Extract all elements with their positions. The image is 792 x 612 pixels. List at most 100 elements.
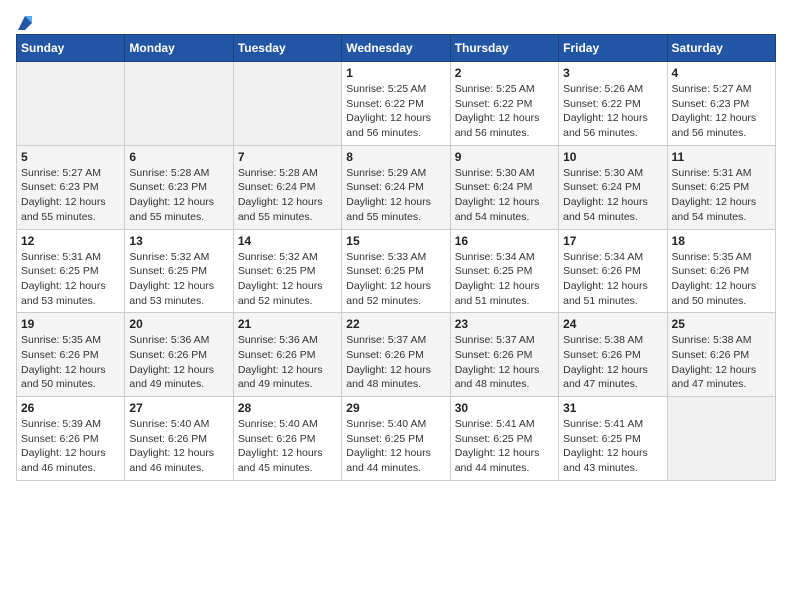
calendar-header-monday: Monday xyxy=(125,35,233,62)
calendar-header-saturday: Saturday xyxy=(667,35,775,62)
calendar-cell: 30 Sunrise: 5:41 AMSunset: 6:25 PMDayligh… xyxy=(450,397,558,481)
day-info: Sunrise: 5:40 AMSunset: 6:26 PMDaylight:… xyxy=(238,417,337,476)
calendar-week-row-0: 1 Sunrise: 5:25 AMSunset: 6:22 PMDaylight… xyxy=(17,62,776,146)
calendar-header-row: SundayMondayTuesdayWednesdayThursdayFrid… xyxy=(17,35,776,62)
calendar-cell: 17 Sunrise: 5:34 AMSunset: 6:26 PMDayligh… xyxy=(559,229,667,313)
day-info: Sunrise: 5:32 AMSunset: 6:25 PMDaylight:… xyxy=(129,250,228,309)
day-info: Sunrise: 5:36 AMSunset: 6:26 PMDaylight:… xyxy=(129,333,228,392)
day-number: 5 xyxy=(21,150,120,164)
day-number: 3 xyxy=(563,66,662,80)
calendar-cell: 20 Sunrise: 5:36 AMSunset: 6:26 PMDayligh… xyxy=(125,313,233,397)
day-number: 26 xyxy=(21,401,120,415)
day-info: Sunrise: 5:28 AMSunset: 6:24 PMDaylight:… xyxy=(238,166,337,225)
calendar-header-tuesday: Tuesday xyxy=(233,35,341,62)
day-info: Sunrise: 5:27 AMSunset: 6:23 PMDaylight:… xyxy=(672,82,771,141)
calendar-cell: 13 Sunrise: 5:32 AMSunset: 6:25 PMDayligh… xyxy=(125,229,233,313)
day-number: 21 xyxy=(238,317,337,331)
day-number: 24 xyxy=(563,317,662,331)
day-number: 12 xyxy=(21,234,120,248)
day-info: Sunrise: 5:33 AMSunset: 6:25 PMDaylight:… xyxy=(346,250,445,309)
day-info: Sunrise: 5:40 AMSunset: 6:25 PMDaylight:… xyxy=(346,417,445,476)
day-number: 19 xyxy=(21,317,120,331)
calendar-week-row-3: 19 Sunrise: 5:35 AMSunset: 6:26 PMDayligh… xyxy=(17,313,776,397)
day-number: 22 xyxy=(346,317,445,331)
day-number: 13 xyxy=(129,234,228,248)
calendar-header-thursday: Thursday xyxy=(450,35,558,62)
day-number: 17 xyxy=(563,234,662,248)
calendar-cell: 26 Sunrise: 5:39 AMSunset: 6:26 PMDayligh… xyxy=(17,397,125,481)
calendar-table: SundayMondayTuesdayWednesdayThursdayFrid… xyxy=(16,34,776,481)
calendar-cell xyxy=(233,62,341,146)
day-number: 7 xyxy=(238,150,337,164)
calendar-cell: 24 Sunrise: 5:38 AMSunset: 6:26 PMDayligh… xyxy=(559,313,667,397)
day-info: Sunrise: 5:28 AMSunset: 6:23 PMDaylight:… xyxy=(129,166,228,225)
day-info: Sunrise: 5:32 AMSunset: 6:25 PMDaylight:… xyxy=(238,250,337,309)
day-info: Sunrise: 5:31 AMSunset: 6:25 PMDaylight:… xyxy=(21,250,120,309)
day-number: 14 xyxy=(238,234,337,248)
day-number: 31 xyxy=(563,401,662,415)
day-info: Sunrise: 5:35 AMSunset: 6:26 PMDaylight:… xyxy=(672,250,771,309)
calendar-cell: 18 Sunrise: 5:35 AMSunset: 6:26 PMDayligh… xyxy=(667,229,775,313)
calendar-cell: 23 Sunrise: 5:37 AMSunset: 6:26 PMDayligh… xyxy=(450,313,558,397)
day-number: 18 xyxy=(672,234,771,248)
day-number: 9 xyxy=(455,150,554,164)
calendar-cell: 1Sunrise: 5:25 AMSunset: 6:22 PMDaylight… xyxy=(342,62,450,146)
day-number: 23 xyxy=(455,317,554,331)
calendar-cell xyxy=(125,62,233,146)
day-info: Sunrise: 5:38 AMSunset: 6:26 PMDaylight:… xyxy=(563,333,662,392)
calendar-week-row-2: 12 Sunrise: 5:31 AMSunset: 6:25 PMDayligh… xyxy=(17,229,776,313)
calendar-cell: 25 Sunrise: 5:38 AMSunset: 6:26 PMDayligh… xyxy=(667,313,775,397)
day-number: 6 xyxy=(129,150,228,164)
day-info: Sunrise: 5:35 AMSunset: 6:26 PMDaylight:… xyxy=(21,333,120,392)
calendar-cell: 12 Sunrise: 5:31 AMSunset: 6:25 PMDayligh… xyxy=(17,229,125,313)
day-number: 20 xyxy=(129,317,228,331)
calendar-cell: 28 Sunrise: 5:40 AMSunset: 6:26 PMDayligh… xyxy=(233,397,341,481)
calendar-header-sunday: Sunday xyxy=(17,35,125,62)
day-info: Sunrise: 5:29 AMSunset: 6:24 PMDaylight:… xyxy=(346,166,445,225)
calendar-cell: 31 Sunrise: 5:41 AMSunset: 6:25 PMDayligh… xyxy=(559,397,667,481)
day-info: Sunrise: 5:37 AMSunset: 6:26 PMDaylight:… xyxy=(455,333,554,392)
day-info: Sunrise: 5:34 AMSunset: 6:26 PMDaylight:… xyxy=(563,250,662,309)
calendar-cell: 21 Sunrise: 5:36 AMSunset: 6:26 PMDayligh… xyxy=(233,313,341,397)
calendar-cell xyxy=(17,62,125,146)
day-info: Sunrise: 5:38 AMSunset: 6:26 PMDaylight:… xyxy=(672,333,771,392)
day-number: 2 xyxy=(455,66,554,80)
calendar-cell: 3Sunrise: 5:26 AMSunset: 6:22 PMDaylight… xyxy=(559,62,667,146)
day-number: 4 xyxy=(672,66,771,80)
calendar-cell: 15 Sunrise: 5:33 AMSunset: 6:25 PMDayligh… xyxy=(342,229,450,313)
day-number: 27 xyxy=(129,401,228,415)
day-number: 1 xyxy=(346,66,445,80)
calendar-cell: 27 Sunrise: 5:40 AMSunset: 6:26 PMDayligh… xyxy=(125,397,233,481)
day-number: 29 xyxy=(346,401,445,415)
day-number: 28 xyxy=(238,401,337,415)
calendar-cell: 22Sunrise: 5:37 AMSunset: 6:26 PMDayligh… xyxy=(342,313,450,397)
calendar-week-row-4: 26 Sunrise: 5:39 AMSunset: 6:26 PMDayligh… xyxy=(17,397,776,481)
day-number: 16 xyxy=(455,234,554,248)
day-info: Sunrise: 5:40 AMSunset: 6:26 PMDaylight:… xyxy=(129,417,228,476)
calendar-cell: 7 Sunrise: 5:28 AMSunset: 6:24 PMDaylight… xyxy=(233,145,341,229)
day-number: 11 xyxy=(672,150,771,164)
calendar-week-row-1: 5 Sunrise: 5:27 AMSunset: 6:23 PMDaylight… xyxy=(17,145,776,229)
day-info: Sunrise: 5:30 AMSunset: 6:24 PMDaylight:… xyxy=(455,166,554,225)
calendar-cell: 29 Sunrise: 5:40 AMSunset: 6:25 PMDayligh… xyxy=(342,397,450,481)
day-info: Sunrise: 5:41 AMSunset: 6:25 PMDaylight:… xyxy=(563,417,662,476)
day-number: 10 xyxy=(563,150,662,164)
calendar-cell: 10Sunrise: 5:30 AMSunset: 6:24 PMDayligh… xyxy=(559,145,667,229)
day-info: Sunrise: 5:25 AMSunset: 6:22 PMDaylight:… xyxy=(455,82,554,141)
page-container: SundayMondayTuesdayWednesdayThursdayFrid… xyxy=(16,16,776,481)
day-info: Sunrise: 5:36 AMSunset: 6:26 PMDaylight:… xyxy=(238,333,337,392)
calendar-cell: 19 Sunrise: 5:35 AMSunset: 6:26 PMDayligh… xyxy=(17,313,125,397)
calendar-cell: 9 Sunrise: 5:30 AMSunset: 6:24 PMDaylight… xyxy=(450,145,558,229)
calendar-cell: 2 Sunrise: 5:25 AMSunset: 6:22 PMDaylight… xyxy=(450,62,558,146)
calendar-cell: 16Sunrise: 5:34 AMSunset: 6:25 PMDayligh… xyxy=(450,229,558,313)
day-number: 8 xyxy=(346,150,445,164)
day-info: Sunrise: 5:39 AMSunset: 6:26 PMDaylight:… xyxy=(21,417,120,476)
day-info: Sunrise: 5:27 AMSunset: 6:23 PMDaylight:… xyxy=(21,166,120,225)
calendar-cell: 14 Sunrise: 5:32 AMSunset: 6:25 PMDayligh… xyxy=(233,229,341,313)
day-number: 30 xyxy=(455,401,554,415)
calendar-cell: 6 Sunrise: 5:28 AMSunset: 6:23 PMDaylight… xyxy=(125,145,233,229)
calendar-cell: 4 Sunrise: 5:27 AMSunset: 6:23 PMDaylight… xyxy=(667,62,775,146)
day-number: 25 xyxy=(672,317,771,331)
day-info: Sunrise: 5:41 AMSunset: 6:25 PMDaylight:… xyxy=(455,417,554,476)
day-number: 15 xyxy=(346,234,445,248)
